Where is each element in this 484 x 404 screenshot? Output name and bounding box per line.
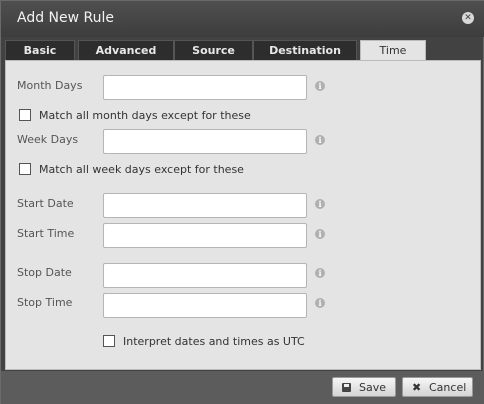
stop-date-input[interactable] xyxy=(103,263,307,288)
start-date-label: Start Date xyxy=(17,197,74,210)
month-days-label: Month Days xyxy=(17,79,83,92)
save-button[interactable]: Save xyxy=(332,377,396,397)
utc-checkbox[interactable] xyxy=(103,335,115,347)
info-icon[interactable]: i xyxy=(315,199,325,209)
week-days-label: Week Days xyxy=(17,133,79,146)
info-icon[interactable]: i xyxy=(315,268,325,278)
tab-basic[interactable]: Basic xyxy=(5,40,75,60)
tab-advanced[interactable]: Advanced xyxy=(78,40,174,60)
add-rule-dialog: Add New Rule ✕ Basic Advanced Source Des… xyxy=(0,0,484,404)
utc-label: Interpret dates and times as UTC xyxy=(123,335,305,348)
info-icon[interactable]: i xyxy=(315,135,325,145)
start-time-label: Start Time xyxy=(17,227,75,240)
cancel-icon: ✖ xyxy=(412,381,422,394)
time-panel: Month Days i Match all month days except… xyxy=(5,60,481,370)
dialog-footer: Save ✖ Cancel xyxy=(1,371,484,404)
month-days-except-label: Match all month days except for these xyxy=(39,109,251,122)
month-days-except-checkbox[interactable] xyxy=(19,109,31,121)
info-icon[interactable]: i xyxy=(315,229,325,239)
tab-time[interactable]: Time xyxy=(360,40,426,61)
tab-destination[interactable]: Destination xyxy=(253,40,357,60)
month-days-input[interactable] xyxy=(103,75,307,100)
stop-time-input[interactable] xyxy=(103,293,307,318)
start-time-input[interactable] xyxy=(103,223,307,248)
cancel-label: Cancel xyxy=(429,381,467,394)
dialog-title: Add New Rule xyxy=(17,10,115,26)
stop-date-label: Stop Date xyxy=(17,266,72,279)
save-label: Save xyxy=(359,381,387,394)
tab-source[interactable]: Source xyxy=(174,40,253,60)
cancel-button[interactable]: ✖ Cancel xyxy=(402,377,473,397)
info-icon[interactable]: i xyxy=(315,81,325,91)
week-days-except-checkbox[interactable] xyxy=(19,163,31,175)
save-icon xyxy=(342,383,351,392)
close-icon[interactable]: ✕ xyxy=(462,12,474,24)
dialog-titlebar: Add New Rule ✕ xyxy=(1,1,484,37)
week-days-input[interactable] xyxy=(103,129,307,154)
stop-time-label: Stop Time xyxy=(17,296,73,309)
start-date-input[interactable] xyxy=(103,193,307,218)
week-days-except-label: Match all week days except for these xyxy=(39,163,244,176)
info-icon[interactable]: i xyxy=(315,298,325,308)
